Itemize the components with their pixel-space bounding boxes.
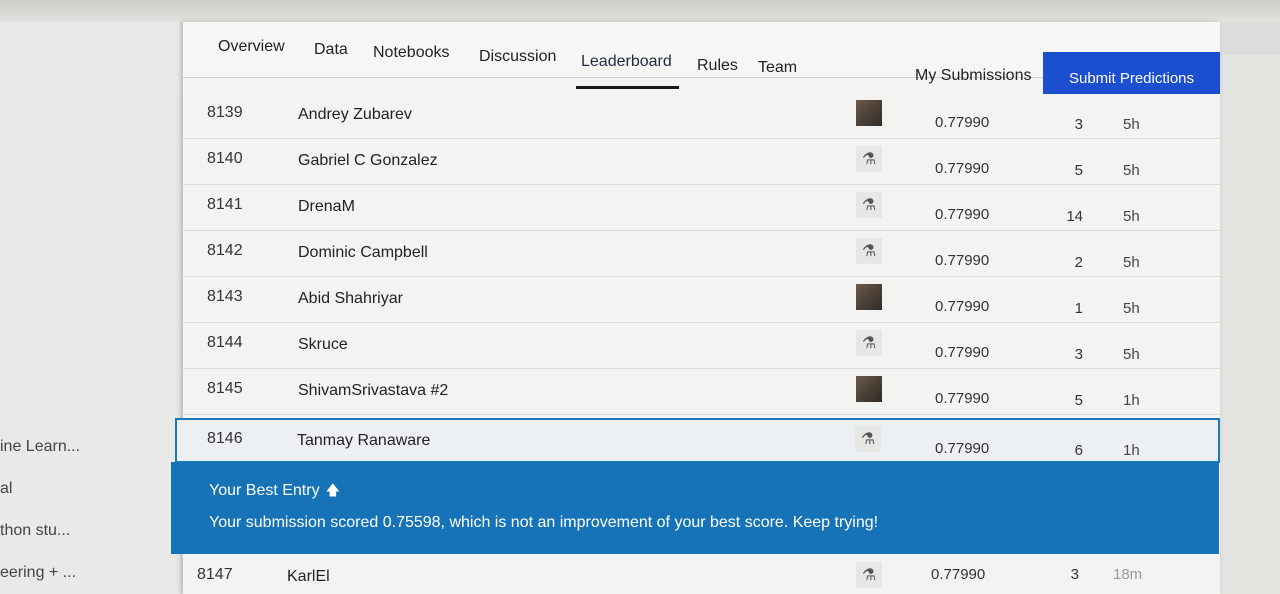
default-avatar-icon[interactable]: ⚗ [856,330,882,356]
table-row: 8144 Skruce ⚗ 0.77990 3 5h [183,324,1220,369]
default-avatar-icon[interactable]: ⚗ [856,238,882,264]
tab-team[interactable]: Team [758,59,797,77]
table-row: 8140 Gabriel C Gonzalez ⚗ 0.77990 5 5h [183,140,1220,185]
rank-cell: 8142 [207,242,243,259]
left-sidebar: ine Learn... al thon stu... eering + ... [0,22,180,594]
team-name-link[interactable]: Skruce [298,336,348,354]
entries-cell: 6 [1074,442,1083,459]
default-avatar-icon[interactable]: ⚗ [856,192,882,218]
avatar[interactable] [856,376,882,402]
score-cell: 0.77990 [935,440,990,457]
last-submission-cell: 5h [1123,162,1140,179]
last-submission-cell: 1h [1123,442,1140,459]
entries-cell: 2 [1074,254,1083,271]
competition-panel: Overview Data Notebooks Discussion Leade… [171,22,1220,594]
table-row: 8145 ShivamSrivastava #2 0.77990 5 1h [183,370,1220,415]
right-gutter [1220,55,1280,594]
score-cell: 0.77990 [935,160,990,177]
tab-overview[interactable]: Overview [218,38,285,56]
score-cell: 0.77990 [935,390,990,407]
last-submission-cell: 5h [1123,208,1140,225]
sidebar-item-1[interactable]: al [0,480,12,498]
tab-notebooks[interactable]: Notebooks [373,44,450,62]
rank-cell: 8141 [207,196,243,213]
entries-cell: 14 [1066,208,1083,225]
team-name-link[interactable]: Tanmay Ranaware [297,432,430,450]
tab-leaderboard[interactable]: Leaderboard [581,53,672,71]
team-name-link[interactable]: KarlEl [287,568,330,586]
score-cell: 0.77990 [935,298,990,315]
entries-cell: 5 [1074,392,1083,409]
last-submission-cell: 1h [1123,392,1140,409]
score-cell: 0.77990 [935,344,990,361]
rank-cell: 8143 [207,288,243,305]
score-cell: 0.77990 [935,206,990,223]
sidebar-item-0[interactable]: ine Learn... [0,438,80,456]
entries-cell: 1 [1074,300,1083,317]
tab-discussion[interactable]: Discussion [479,48,556,66]
last-submission-cell: 5h [1123,254,1140,271]
rank-cell: 8144 [207,334,243,351]
rank-cell: 8145 [207,380,243,397]
team-name-link[interactable]: Andrey Zubarev [298,106,412,124]
entries-cell: 5 [1074,162,1083,179]
score-cell: 0.77990 [935,252,990,269]
last-submission-cell: 5h [1123,116,1140,133]
rank-cell: 8139 [207,104,243,121]
sidebar-item-3[interactable]: eering + ... [0,564,76,582]
rank-cell: 8146 [207,430,243,447]
tab-data[interactable]: Data [314,41,348,59]
table-row: 8139 Andrey Zubarev 0.77990 3 5h [183,94,1220,139]
best-entry-banner: Your Best Entry 🡅 Your submission scored … [171,462,1219,554]
entries-cell: 3 [1074,346,1083,363]
default-avatar-icon[interactable]: ⚗ [856,146,882,172]
best-entry-message: Your submission scored 0.75598, which is… [209,514,879,531]
browser-top-strip [0,0,1280,22]
team-name-link[interactable]: Dominic Campbell [298,244,428,262]
my-submissions-link[interactable]: My Submissions [915,67,1031,85]
best-entry-title-text: Your Best Entry [209,482,320,499]
rank-cell: 8147 [197,566,233,583]
avatar[interactable] [856,284,882,310]
best-entry-title: Your Best Entry 🡅 [209,480,340,504]
avatar[interactable] [856,100,882,126]
rank-cell: 8140 [207,150,243,167]
arrow-up-icon: 🡅 [325,482,340,498]
table-row: 8147 KarlEl ⚗ 0.77990 3 18m [183,554,1220,594]
team-name-link[interactable]: DrenaM [298,198,355,216]
last-submission-cell: 18m [1113,566,1143,583]
tab-rules[interactable]: Rules [697,57,738,75]
active-tab-underline [576,86,679,89]
default-avatar-icon[interactable]: ⚗ [856,562,882,588]
table-row-current-user: 8146 Tanmay Ranaware ⚗ 0.77990 6 1h [175,418,1220,463]
table-row: 8143 Abid Shahriyar 0.77990 1 5h [183,278,1220,323]
score-cell: 0.77990 [931,566,986,583]
last-submission-cell: 5h [1123,346,1140,363]
team-name-link[interactable]: ShivamSrivastava #2 [298,382,448,400]
team-name-link[interactable]: Gabriel C Gonzalez [298,152,438,170]
entries-cell: 3 [1070,566,1079,583]
table-row: 8142 Dominic Campbell ⚗ 0.77990 2 5h [183,232,1220,277]
sidebar-item-2[interactable]: thon stu... [0,522,70,540]
entries-cell: 3 [1074,116,1083,133]
score-cell: 0.77990 [935,114,990,131]
team-name-link[interactable]: Abid Shahriyar [298,290,403,308]
last-submission-cell: 5h [1123,300,1140,317]
table-row: 8141 DrenaM ⚗ 0.77990 14 5h [183,186,1220,231]
default-avatar-icon[interactable]: ⚗ [855,426,881,452]
